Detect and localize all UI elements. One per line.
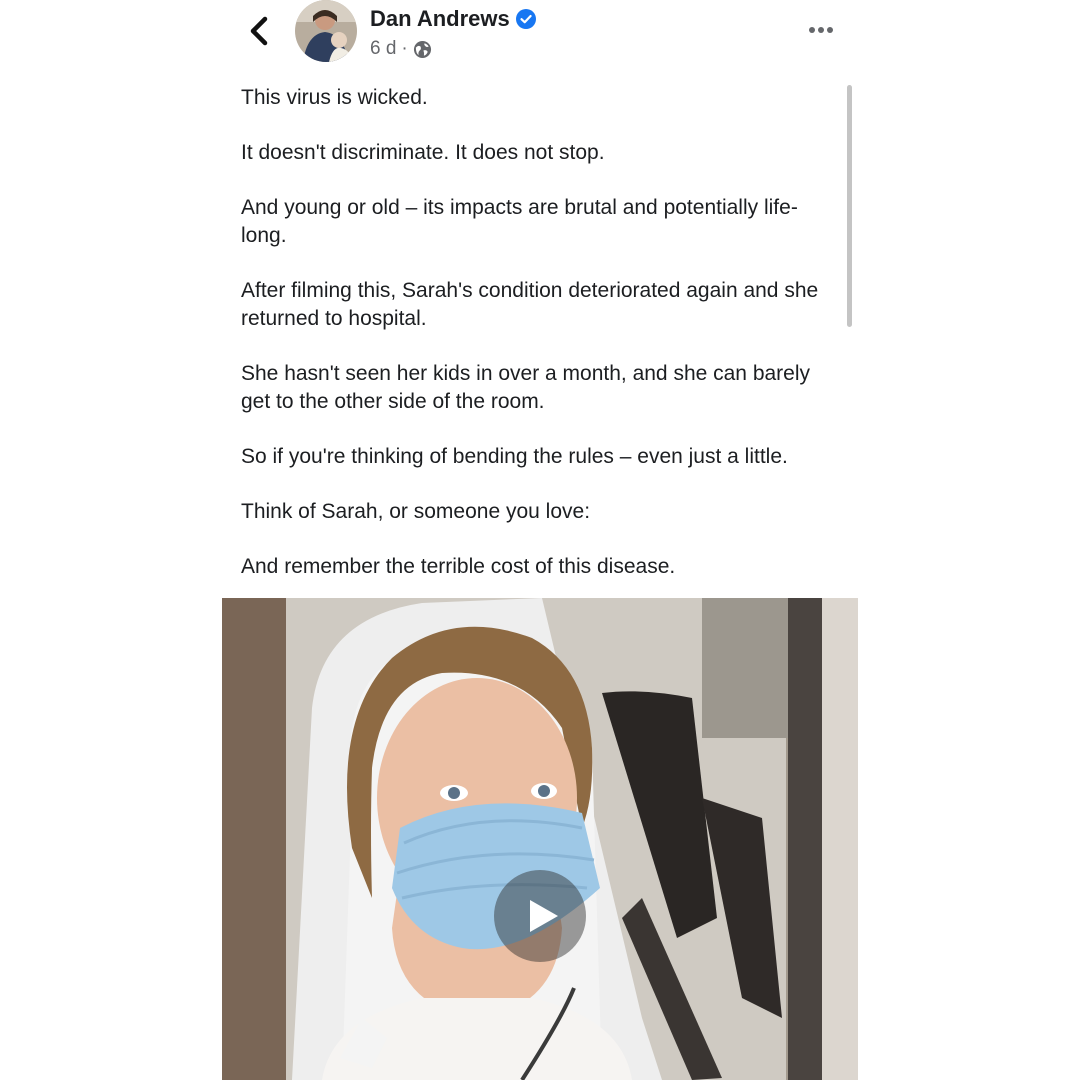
more-options-icon[interactable] xyxy=(805,20,837,40)
back-button[interactable] xyxy=(244,14,274,48)
post-paragraph: This virus is wicked. xyxy=(241,86,428,109)
post-paragraph: So if you're thinking of bending the rul… xyxy=(241,445,788,468)
post-time[interactable]: 6 d xyxy=(370,38,396,60)
verified-badge-icon xyxy=(515,9,536,29)
author-row: Dan Andrews xyxy=(370,6,536,32)
post-text: This virus is wicked. It doesn't discrim… xyxy=(241,84,841,608)
post-paragraph: She hasn't seen her kids in over a month… xyxy=(241,362,811,413)
author-name[interactable]: Dan Andrews xyxy=(370,6,510,32)
play-icon[interactable] xyxy=(494,870,586,962)
post-header: Dan Andrews 6 d · xyxy=(0,0,1080,80)
post-paragraph: And remember the terrible cost of this d… xyxy=(241,555,676,578)
video-thumbnail xyxy=(222,598,858,1080)
meta-separator: · xyxy=(401,38,408,59)
post-paragraph: It doesn't discriminate. It does not sto… xyxy=(241,141,605,164)
scrollbar[interactable] xyxy=(847,85,852,327)
video-player[interactable] xyxy=(222,598,858,1080)
globe-icon xyxy=(413,40,431,58)
post-paragraph: After filming this, Sarah's condition de… xyxy=(241,279,819,330)
post-meta: 6 d · xyxy=(370,38,432,60)
post-paragraph: And young or old – its impacts are bruta… xyxy=(241,196,798,247)
post-paragraph: Think of Sarah, or someone you love: xyxy=(241,500,591,523)
avatar[interactable] xyxy=(295,0,357,62)
avatar-photo xyxy=(295,0,357,62)
